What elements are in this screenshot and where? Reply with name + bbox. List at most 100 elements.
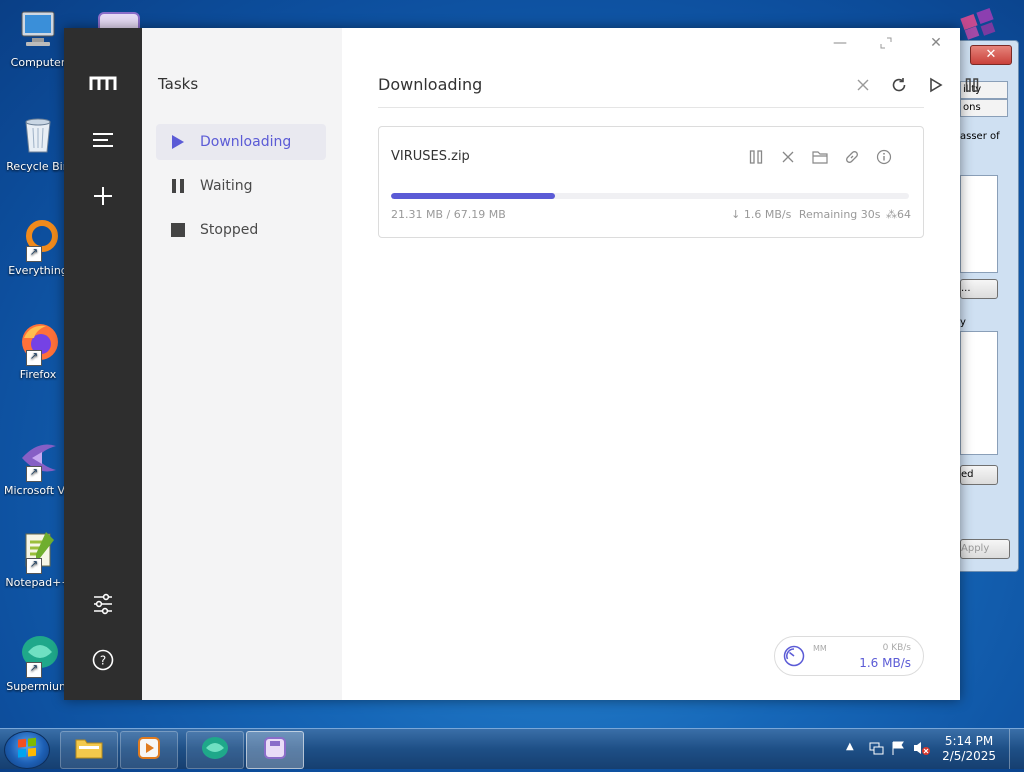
resume-all-button[interactable] <box>924 73 948 97</box>
folder-icon <box>74 736 104 764</box>
task-connections: 64 <box>897 208 911 221</box>
visual-studio-icon: ↗ <box>16 436 60 482</box>
task-copy-link-button[interactable] <box>841 147 863 167</box>
sidebar-item-downloading[interactable]: Downloading <box>156 124 326 160</box>
sidebar-title: Tasks <box>158 75 199 93</box>
help-icon[interactable]: ? <box>88 645 118 675</box>
taskbar-explorer-button[interactable] <box>60 731 118 769</box>
dialog-text: asser of <box>960 131 1000 142</box>
upload-speed: 0 KB/s <box>882 643 911 653</box>
desktop-icon-label: Microsoft Visual Studio <box>4 484 72 497</box>
taskbar-media-player-button[interactable] <box>120 731 178 769</box>
desktop-icon-supermium[interactable]: ↗ Supermium <box>4 632 72 693</box>
header-divider <box>378 107 924 108</box>
app-window: ? Tasks Downloading Waiting Stopped — ✕ … <box>64 28 979 700</box>
download-speed: 1.6 MB/s <box>859 656 911 670</box>
desktop-icon-label: Recycle Bin <box>6 160 70 173</box>
taskbar-motrix-button[interactable] <box>246 731 304 769</box>
speedometer[interactable]: MM 0 KB/s 1.6 MB/s <box>774 636 924 676</box>
sidebar-item-label: Stopped <box>200 222 259 238</box>
apply-button[interactable]: Apply <box>960 539 1010 559</box>
shortcut-arrow-icon: ↗ <box>26 466 42 482</box>
start-button[interactable] <box>4 731 50 769</box>
desktop-icon-everything[interactable]: ↗ Everything <box>4 216 72 277</box>
desktop-icon-label: Everything <box>8 264 68 277</box>
pause-all-button[interactable] <box>960 73 984 97</box>
task-remaining: Remaining 30s <box>798 208 881 221</box>
task-info-button[interactable] <box>873 147 895 167</box>
task-size-text: 21.31 MB / 67.19 MB <box>391 208 506 221</box>
desktop-icon-label: Supermium <box>6 680 70 693</box>
stop-icon <box>170 222 186 238</box>
desktop-icon-label: Notepad++ <box>5 576 71 589</box>
taskbar: ▲ 5:14 PM 2/5/2025 <box>0 728 1024 769</box>
refresh-button[interactable] <box>887 73 911 97</box>
menu-icon[interactable] <box>88 125 118 155</box>
sidebar-item-label: Downloading <box>200 134 292 150</box>
dialog-button[interactable]: ... <box>960 279 998 299</box>
supermium-icon <box>200 735 230 765</box>
app-logo-icon <box>88 68 118 98</box>
pause-icon <box>170 178 186 194</box>
desktop-icon-computer[interactable]: Computer <box>4 8 72 69</box>
dialog-close-button[interactable]: ✕ <box>970 45 1012 65</box>
firefox-icon: ↗ <box>16 320 60 366</box>
shortcut-arrow-icon: ↗ <box>26 558 42 574</box>
desktop-icon-notepadpp[interactable]: ↗ Notepad++ <box>4 528 72 589</box>
background-dialog: ✕ ility ons asser of ... y ed Apply <box>955 40 1019 572</box>
tray-expand-icon[interactable]: ▲ <box>846 741 854 752</box>
task-speed: ↓ 1.6 MB/s <box>731 208 792 221</box>
dialog-list-box[interactable] <box>960 175 998 273</box>
system-tray: ▲ 5:14 PM 2/5/2025 <box>834 729 1024 769</box>
everything-icon: ↗ <box>16 216 60 262</box>
dialog-label: y <box>960 317 966 328</box>
desktop-icon-firefox[interactable]: ↗ Firefox <box>4 320 72 381</box>
play-icon <box>170 134 186 150</box>
add-task-icon[interactable] <box>88 181 118 211</box>
dialog-button[interactable]: ed <box>960 465 998 485</box>
supermium-icon: ↗ <box>16 632 60 678</box>
svg-text:?: ? <box>100 654 106 668</box>
task-folder-button[interactable] <box>809 147 831 167</box>
task-progress-bar <box>391 193 909 199</box>
minimize-button[interactable]: — <box>826 32 854 54</box>
dialog-tab[interactable]: ons <box>960 99 1008 117</box>
icon-rail: ? <box>64 28 142 700</box>
shortcut-arrow-icon: ↗ <box>26 350 42 366</box>
taskbar-supermium-button[interactable] <box>186 731 244 769</box>
windows-logo-icon <box>958 6 1000 42</box>
close-window-button[interactable]: ✕ <box>922 32 950 54</box>
page-title: Downloading <box>378 75 483 94</box>
media-player-icon <box>136 735 162 765</box>
dialog-list-box[interactable] <box>960 331 998 455</box>
task-card[interactable]: VIRUSES.zip 21.31 MB / 67.19 MB ↓ 1.6 MB <box>378 126 924 238</box>
clock-date: 2/5/2025 <box>942 749 996 763</box>
delete-all-button[interactable] <box>851 73 875 97</box>
clock[interactable]: 5:14 PM 2/5/2025 <box>942 734 996 764</box>
network-icon[interactable] <box>868 740 884 760</box>
connections-icon: ⁂ <box>886 208 897 221</box>
sidebar-item-label: Waiting <box>200 178 253 194</box>
settings-sliders-icon[interactable] <box>88 589 118 619</box>
maximize-button[interactable] <box>872 32 900 54</box>
desktop-icon-label: Firefox <box>19 368 57 381</box>
task-progress-fill <box>391 193 556 199</box>
clock-time: 5:14 PM <box>944 734 994 748</box>
desktop-icon-visual-studio[interactable]: ↗ Microsoft Visual Studio <box>4 436 72 497</box>
notepadpp-icon: ↗ <box>16 528 60 574</box>
speedometer-gauge-icon <box>783 645 805 667</box>
task-stats: ↓ 1.6 MB/s Remaining 30s ⁂64 <box>731 208 911 221</box>
volume-muted-icon[interactable] <box>912 740 930 760</box>
task-file-name: VIRUSES.zip <box>391 149 470 164</box>
desktop-icon-recycle-bin[interactable]: Recycle Bin <box>4 112 72 173</box>
desktop-icon-label: Computer <box>10 56 66 69</box>
task-delete-button[interactable] <box>777 147 799 167</box>
action-center-flag-icon[interactable] <box>890 740 906 760</box>
main-content: — ✕ Downloading VIRUSES.zip 21.31 MB / 6… <box>342 28 979 700</box>
task-pause-button[interactable] <box>745 147 767 167</box>
recycle-bin-icon <box>16 112 60 156</box>
show-desktop-button[interactable] <box>1009 729 1024 769</box>
sidebar-item-stopped[interactable]: Stopped <box>156 212 326 248</box>
sidebar-item-waiting[interactable]: Waiting <box>156 168 326 204</box>
shortcut-arrow-icon: ↗ <box>26 662 42 678</box>
